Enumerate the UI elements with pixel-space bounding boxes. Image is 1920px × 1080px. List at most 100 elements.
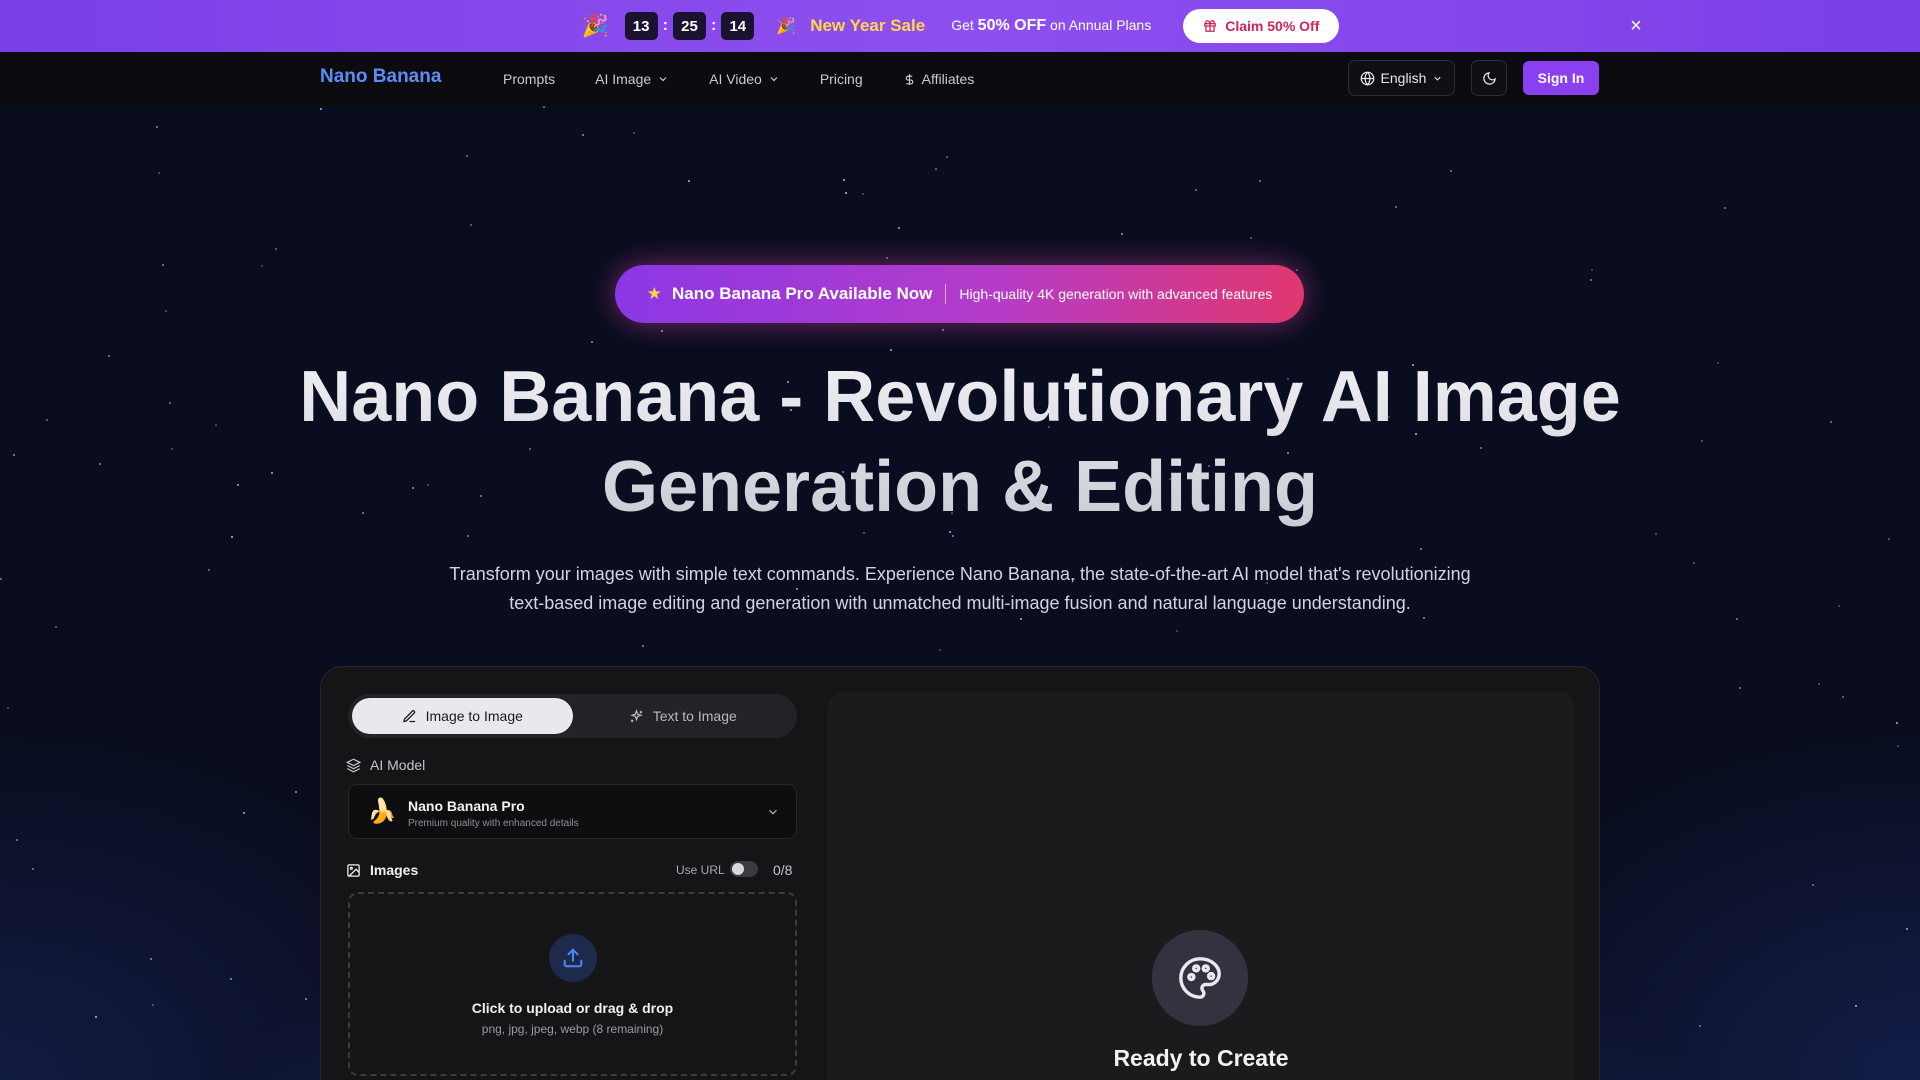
nav-link-ai-video[interactable]: AI Video	[709, 71, 780, 87]
star-dot	[243, 812, 245, 814]
timer-hours: 13	[624, 12, 658, 40]
star-dot	[1590, 279, 1592, 281]
star-dot	[1420, 548, 1422, 550]
star-dot	[208, 569, 210, 571]
image-count: 0/8	[773, 862, 793, 878]
section-title: Images	[370, 862, 419, 878]
star-dot	[591, 341, 593, 343]
star-dot	[1450, 170, 1452, 172]
star-dot	[642, 645, 644, 647]
star-dot	[261, 265, 263, 267]
star-dot	[890, 349, 892, 351]
announcement-pill[interactable]: ★ Nano Banana Pro Available Now High-qua…	[615, 265, 1304, 323]
star-dot	[1896, 722, 1898, 724]
offer-highlight: 50% OFF	[977, 17, 1047, 34]
star-dot	[1250, 237, 1252, 239]
star-dot	[1842, 696, 1844, 698]
output-panel: Ready to Create	[827, 692, 1575, 1080]
star-dot	[1812, 884, 1814, 886]
star-dot	[582, 134, 584, 136]
toggle-knob	[732, 863, 744, 875]
nav-link-ai-image[interactable]: AI Image	[595, 71, 669, 87]
star-dot	[1020, 618, 1022, 620]
timer-seconds: 14	[721, 12, 755, 40]
star-dot	[1739, 687, 1741, 689]
sparkles-icon	[629, 708, 643, 722]
star-dot	[1888, 538, 1890, 540]
star-dot	[0, 578, 2, 580]
timer-minutes: 25	[672, 12, 706, 40]
star-dot	[862, 193, 864, 195]
star-dot	[688, 180, 690, 182]
model-select[interactable]: 🍌 Nano Banana Pro Premium quality with e…	[348, 784, 797, 839]
star-dot	[1655, 533, 1657, 535]
pencil-icon	[402, 709, 415, 722]
tab-text-to-image[interactable]: Text to Image	[573, 698, 794, 734]
nav-link-label: AI Video	[709, 71, 762, 87]
globe-icon	[1360, 71, 1374, 86]
claim-offer-label: Claim 50% Off	[1225, 18, 1320, 34]
star-dot	[108, 355, 110, 357]
star-dot	[1693, 562, 1695, 564]
language-selector[interactable]: English	[1348, 60, 1455, 96]
new-year-2026-icon: 🎉	[581, 13, 610, 38]
model-name: Nano Banana Pro	[408, 798, 525, 814]
star-dot	[230, 978, 232, 980]
star-dot	[1395, 206, 1397, 208]
star-dot	[156, 126, 158, 128]
dollar-icon	[905, 73, 913, 85]
use-url-toggle[interactable]	[730, 861, 758, 877]
star-dot	[898, 227, 900, 229]
sign-in-button[interactable]: Sign In	[1523, 61, 1599, 95]
star-dot	[1897, 745, 1899, 747]
star-dot	[1699, 1025, 1701, 1027]
banana-icon: 🍌	[367, 798, 397, 825]
hero-description: Transform your images with simple text c…	[449, 564, 1471, 613]
star-dot	[633, 132, 635, 134]
nav-link-pricing[interactable]: Pricing	[820, 71, 863, 87]
generator-card: Image to Image Text to Image AI Model 🍌 …	[320, 666, 1600, 1080]
navbar: Nano Banana Prompts AI Image AI Video Pr…	[0, 52, 1920, 106]
offer-suffix: on Annual Plans	[1046, 17, 1152, 33]
star-icon: ★	[646, 284, 662, 303]
model-description: Premium quality with enhanced details	[408, 818, 579, 829]
star-dot	[1736, 618, 1738, 620]
upload-dropzone[interactable]: Click to upload or drag & drop png, jpg,…	[348, 892, 797, 1076]
nav-link-prompts[interactable]: Prompts	[503, 71, 555, 87]
star-dot	[150, 958, 152, 960]
hero-title: Nano Banana - Revolutionary AI Image Gen…	[260, 352, 1660, 532]
star-dot	[946, 156, 948, 158]
star-dot	[1818, 683, 1820, 685]
brand-logo[interactable]: Nano Banana	[320, 66, 441, 88]
chevron-down-icon	[1434, 76, 1442, 81]
ready-to-create-title: Ready to Create	[1113, 1045, 1289, 1071]
star-dot	[1906, 928, 1908, 930]
star-dot	[295, 791, 297, 793]
nav-links: Prompts AI Image AI Video Pricing Affili…	[503, 52, 974, 106]
star-dot	[1195, 189, 1197, 191]
star-dot	[661, 330, 663, 332]
claim-offer-button[interactable]: Claim 50% Off	[1183, 9, 1340, 43]
chevron-down-icon	[770, 77, 778, 82]
chevron-down-icon	[659, 77, 667, 82]
use-url-label: Use URL	[676, 863, 725, 877]
upload-icon	[549, 934, 597, 982]
star-dot	[158, 172, 160, 174]
nav-link-affiliates[interactable]: Affiliates	[903, 71, 975, 87]
star-dot	[1838, 605, 1840, 607]
star-dot	[939, 649, 941, 651]
images-label: Images	[346, 862, 418, 878]
nav-link-label: Affiliates	[921, 71, 975, 87]
nav-link-label: AI Image	[595, 71, 652, 87]
star-dot	[7, 707, 9, 709]
star-dot	[1121, 233, 1123, 235]
theme-toggle-button[interactable]	[1471, 60, 1507, 96]
star-dot	[1717, 362, 1719, 364]
star-dot	[95, 1016, 97, 1018]
section-title: AI Model	[370, 757, 426, 773]
close-icon[interactable]: ×	[1624, 14, 1648, 38]
nav-link-label: Pricing	[819, 71, 863, 87]
star-dot	[1296, 269, 1298, 271]
star-dot	[543, 106, 545, 108]
tab-image-to-image[interactable]: Image to Image	[352, 698, 573, 734]
